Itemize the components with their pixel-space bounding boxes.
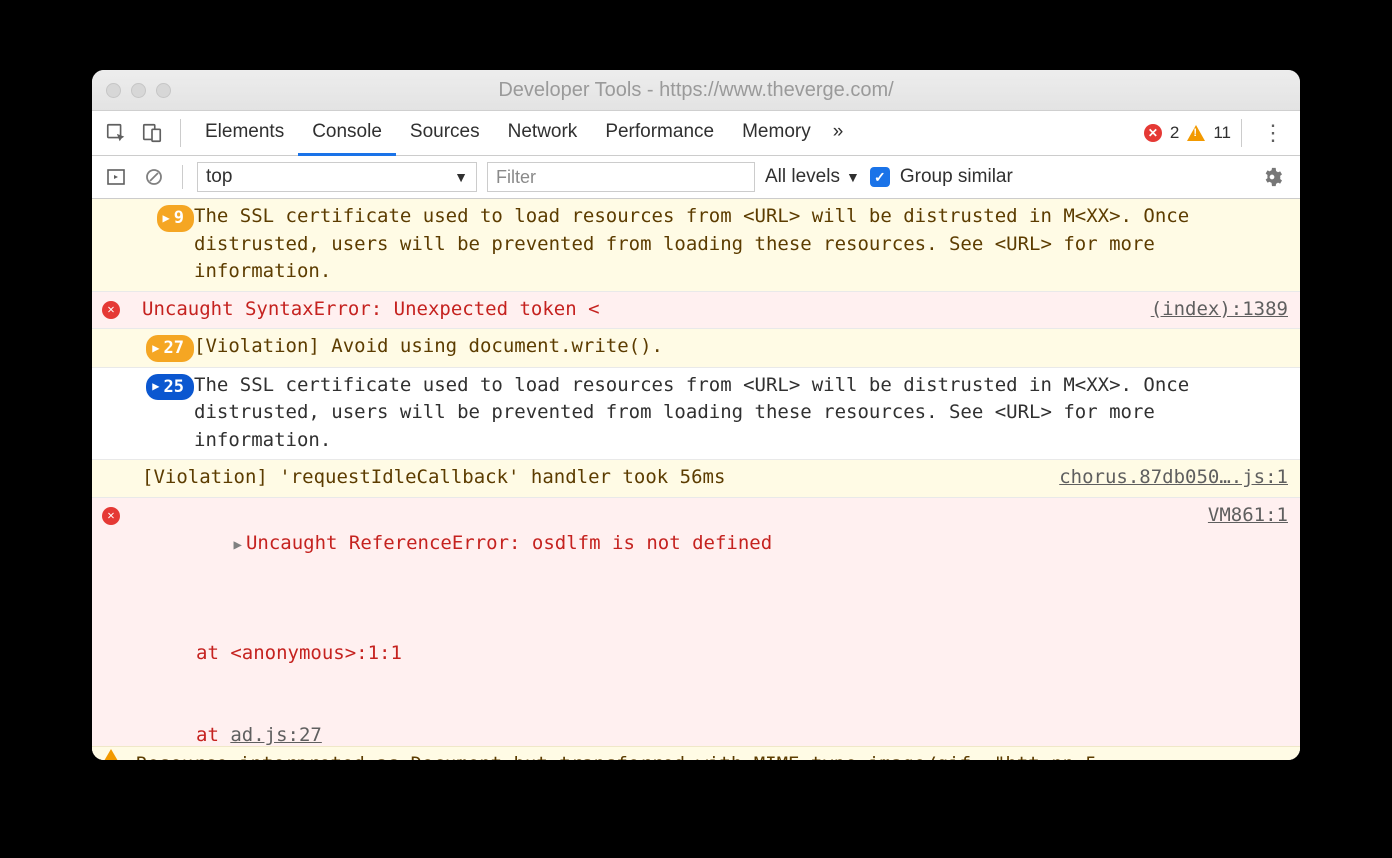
message-source-link[interactable]: chorus.87db050….js:1 <box>1059 464 1288 492</box>
console-message-partial: Resource interpreted as Document but tra… <box>92 746 1300 760</box>
console-message[interactable]: [Violation] 'requestIdleCallback' handle… <box>92 460 1300 498</box>
console-toolbar: top ▼ All levels ▼ ✓ Group similar <box>92 156 1300 199</box>
console-messages[interactable]: ▶ 9 The SSL certificate used to load res… <box>92 199 1300 760</box>
group-similar-label: Group similar <box>900 166 1013 188</box>
message-text: The SSL certificate used to load resourc… <box>194 203 1290 286</box>
console-message[interactable]: ✕ Uncaught SyntaxError: Unexpected token… <box>92 292 1300 330</box>
chevron-down-icon: ▼ <box>454 169 468 185</box>
message-group-pill[interactable]: ▶ 25 <box>146 374 194 401</box>
separator <box>182 165 183 189</box>
log-level-selector[interactable]: All levels ▼ <box>765 166 860 188</box>
console-message[interactable]: ▶ 25 The SSL certificate used to load re… <box>92 368 1300 461</box>
separator <box>1241 119 1242 147</box>
group-count: 9 <box>174 206 184 231</box>
group-similar-checkbox[interactable]: ✓ <box>870 167 890 187</box>
stack-link[interactable]: ad.js:27 <box>230 724 322 746</box>
message-group-pill[interactable]: ▶ 27 <box>146 335 194 362</box>
warning-icon <box>104 749 118 760</box>
expand-icon: ▶ <box>163 210 170 227</box>
minimize-window-icon[interactable] <box>131 83 146 98</box>
console-message[interactable]: ▶ 27 [Violation] Avoid using document.wr… <box>92 329 1300 368</box>
error-warning-summary[interactable]: ✕ 2 11 <box>1144 123 1231 143</box>
settings-kebab-icon[interactable]: ⋮ <box>1252 120 1294 146</box>
panels-tabbar: Elements Console Sources Network Perform… <box>92 111 1300 156</box>
error-count: 2 <box>1170 123 1179 143</box>
message-group-pill[interactable]: ▶ 9 <box>157 205 194 232</box>
tab-performance[interactable]: Performance <box>591 111 728 156</box>
warning-count: 11 <box>1213 123 1231 143</box>
stack-trace: at <anonymous>:1:1 at ad.js:27 at new Pr… <box>142 585 1290 760</box>
message-text: The SSL certificate used to load resourc… <box>194 372 1290 455</box>
stack-frame: at <anonymous>:1:1 <box>196 640 1290 668</box>
error-icon: ✕ <box>102 301 120 319</box>
zoom-window-icon[interactable] <box>156 83 171 98</box>
message-text: [Violation] Avoid using document.write()… <box>194 333 1290 362</box>
separator <box>180 119 181 147</box>
filter-input[interactable] <box>487 162 755 192</box>
tab-memory[interactable]: Memory <box>728 111 825 156</box>
context-value: top <box>206 166 232 188</box>
group-count: 25 <box>164 375 184 400</box>
context-selector[interactable]: top ▼ <box>197 162 477 192</box>
titlebar: Developer Tools - https://www.theverge.c… <box>92 70 1300 111</box>
device-toolbar-icon[interactable] <box>134 115 170 151</box>
devtools-window: Developer Tools - https://www.theverge.c… <box>92 70 1300 760</box>
window-title: Developer Tools - https://www.theverge.c… <box>92 79 1300 102</box>
expand-icon: ▶ <box>152 378 159 395</box>
error-badge-icon: ✕ <box>1144 124 1162 142</box>
console-message[interactable]: ▶ 9 The SSL certificate used to load res… <box>92 199 1300 292</box>
close-window-icon[interactable] <box>106 83 121 98</box>
expand-icon: ▶ <box>152 340 159 357</box>
chevron-down-icon: ▼ <box>846 169 860 185</box>
toggle-sidebar-icon[interactable] <box>102 159 130 195</box>
expand-icon[interactable]: ▶ <box>234 537 246 553</box>
message-text: Resource interpreted as Document but tra… <box>136 753 1097 760</box>
console-message[interactable]: ✕ ▶Uncaught ReferenceError: osdlfm is no… <box>92 498 1300 760</box>
levels-label: All levels <box>765 166 840 188</box>
warning-badge-icon <box>1187 125 1205 141</box>
tab-sources[interactable]: Sources <box>396 111 494 156</box>
error-icon: ✕ <box>102 507 120 525</box>
message-source-link[interactable]: VM861:1 <box>1208 502 1288 530</box>
group-count: 27 <box>164 336 184 361</box>
tabs-overflow-button[interactable]: » <box>825 111 852 156</box>
message-text: Uncaught SyntaxError: Unexpected token < <box>142 296 1290 324</box>
tab-network[interactable]: Network <box>494 111 592 156</box>
message-source-link[interactable]: (index):1389 <box>1151 296 1288 324</box>
message-text: Uncaught ReferenceError: osdlfm is not d… <box>246 532 772 554</box>
traffic-lights <box>92 83 171 98</box>
console-settings-icon[interactable] <box>1254 159 1290 195</box>
tab-console[interactable]: Console <box>298 111 396 156</box>
clear-console-icon[interactable] <box>140 159 168 195</box>
tab-elements[interactable]: Elements <box>191 111 298 156</box>
inspect-element-icon[interactable] <box>98 115 134 151</box>
